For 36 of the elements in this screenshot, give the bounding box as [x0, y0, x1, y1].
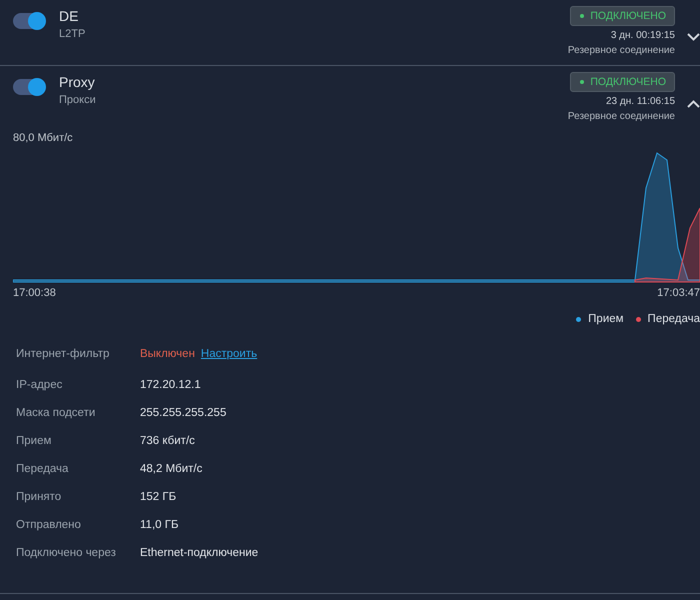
legend-label: Прием [588, 313, 624, 325]
chevron-up-icon[interactable] [687, 100, 700, 108]
field-label: Подключено через [16, 547, 117, 559]
connection-name: DE [59, 8, 80, 24]
legend-label: Передача [648, 313, 700, 325]
field-value: 255.255.255.255 [140, 407, 226, 419]
axis-label: 17:03:47 [657, 287, 700, 299]
field-label: Маска подсети [16, 407, 96, 419]
field-value: Выключен [140, 348, 195, 360]
connection-type: L2TP [59, 28, 86, 40]
field-value: 11,0 ГБ [140, 519, 178, 531]
field-label: IP-адрес [16, 379, 64, 391]
chevron-down-icon[interactable] [687, 33, 700, 41]
uptime-text: 23 дн. 11:06:15 [606, 96, 675, 107]
backup-label: Резервное соединение [568, 111, 675, 122]
connection-name: Proxy [59, 74, 96, 90]
axis-label: 17:00:38 [13, 287, 56, 299]
axis-label: 80,0 Мбит/с [13, 132, 73, 144]
status-badge: ПОДКЛЮЧЕНО [570, 6, 675, 26]
field-value: Ethernet-подключение [140, 547, 258, 559]
toggle-switch[interactable] [13, 13, 45, 29]
uptime-text: 3 дн. 00:19:15 [610, 30, 675, 41]
field-label: Прием [16, 435, 52, 447]
field-label: Отправлено [16, 519, 82, 531]
connection-type: Прокси [59, 94, 97, 106]
settings-link[interactable]: Настроить [200, 348, 258, 360]
field-value: 172.20.12.1 [140, 379, 201, 391]
status-badge: ПОДКЛЮЧЕНО [570, 72, 675, 92]
field-value: 152 ГБ [140, 491, 176, 503]
field-label: Передача [16, 463, 70, 475]
field-value: 48,2 Мбит/с [140, 463, 202, 475]
backup-label: Резервное соединение [568, 45, 675, 56]
field-value: 736 кбит/с [140, 435, 195, 447]
toggle-switch[interactable] [13, 79, 45, 95]
field-label: Принято [16, 491, 62, 503]
field-label: Интернет-фильтр [16, 348, 110, 360]
